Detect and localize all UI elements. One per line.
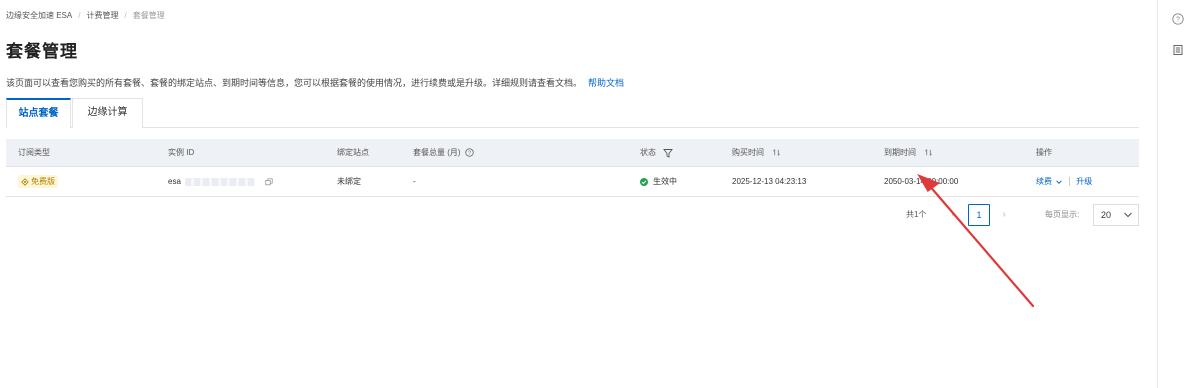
cell-bound-site: 未绑定 <box>337 177 361 186</box>
breadcrumb-separator: / <box>78 11 81 20</box>
table-header: 订阅类型 实例 ID 绑定站点 套餐总量 (月) ? 状态 购买时间 到期时间 … <box>6 139 1139 167</box>
header-purchase-time: 购买时间 <box>732 139 781 167</box>
renew-button[interactable]: 续费 <box>1036 177 1063 186</box>
breadcrumb: 边缘安全加速 ESA / 计费管理 / 套餐管理 <box>6 10 165 21</box>
header-actions: 操作 <box>1036 148 1052 157</box>
filter-icon[interactable] <box>663 148 674 158</box>
svg-text:?: ? <box>1176 17 1180 24</box>
page-size-select[interactable]: 20 <box>1093 204 1139 226</box>
description-text: 该页面可以查看您购买的所有套餐、套餐的绑定站点、到期时间等信息，您可以根据套餐的… <box>6 78 583 88</box>
chevron-down-icon <box>1056 180 1062 184</box>
upgrade-button[interactable]: 升级 <box>1076 177 1092 186</box>
page-title: 套餐管理 <box>6 42 78 61</box>
header-instance-id: 实例 ID <box>168 148 195 157</box>
header-quota-label: 套餐总量 (月) <box>413 148 461 157</box>
header-bound-site: 绑定站点 <box>337 148 369 157</box>
cell-subscription-type: 免费版 <box>18 167 58 197</box>
main-content: 边缘安全加速 ESA / 计费管理 / 套餐管理 套餐管理 该页面可以查看您购买的所有套… <box>0 0 1157 388</box>
masked-instance-id <box>184 177 255 186</box>
total-count: 共1个 <box>906 210 927 219</box>
help-circle-icon[interactable]: ? <box>1170 11 1186 27</box>
cell-quota: - <box>413 177 416 186</box>
cell-purchase-time: 2025-12-13 04:23:13 <box>732 177 807 186</box>
document-list-icon[interactable] <box>1170 42 1186 58</box>
copy-icon[interactable] <box>265 178 273 186</box>
sort-icon[interactable] <box>924 148 933 157</box>
renew-label: 续费 <box>1036 177 1052 186</box>
plan-type-label: 免费版 <box>31 177 55 186</box>
check-circle-icon <box>640 177 648 186</box>
table-row: 免费版 esa 未绑定 - 生效中 2025-12-13 04:23:13 20… <box>6 167 1139 197</box>
svg-text:?: ? <box>468 151 471 157</box>
status-text: 生效中 <box>653 177 677 186</box>
header-status: 状态 <box>640 139 674 167</box>
plan-table: 订阅类型 实例 ID 绑定站点 套餐总量 (月) ? 状态 购买时间 到期时间 … <box>6 139 1139 197</box>
chevron-left-icon[interactable]: ‹ <box>946 204 960 226</box>
page-1-button[interactable]: 1 <box>968 204 990 226</box>
cell-actions: 续费 升级 <box>1036 167 1092 197</box>
cell-expire-time: 2050-03-14 00:00:00 <box>884 177 959 186</box>
header-quota: 套餐总量 (月) ? <box>413 139 474 167</box>
tab-bar: 站点套餐 边缘计算 <box>6 98 1139 129</box>
header-expire-label: 到期时间 <box>884 148 916 157</box>
header-subscription-type: 订阅类型 <box>18 148 50 157</box>
cell-status: 生效中 <box>640 167 677 197</box>
header-status-label: 状态 <box>640 148 656 157</box>
page-size-value: 20 <box>1101 210 1112 220</box>
cell-instance-id: esa <box>168 167 273 197</box>
pagination: 共1个 ‹ 1 › 每页显示: 20 <box>0 204 1145 226</box>
plan-badge: 免费版 <box>18 175 58 188</box>
breadcrumb-item-current: 套餐管理 <box>132 11 165 20</box>
page-description: 该页面可以查看您购买的所有套餐、套餐的绑定站点、到期时间等信息，您可以根据套餐的… <box>6 76 624 89</box>
header-purchase-label: 购买时间 <box>732 148 764 157</box>
chevron-right-icon[interactable]: › <box>997 204 1011 226</box>
page-size-label: 每页显示: <box>1045 210 1080 219</box>
tab-edge-compute[interactable]: 边缘计算 <box>72 98 143 128</box>
header-expire-time: 到期时间 <box>884 139 933 167</box>
tab-site-plan[interactable]: 站点套餐 <box>6 98 71 129</box>
breadcrumb-separator: / <box>124 11 127 20</box>
diamond-icon <box>21 177 29 186</box>
instance-id-text: esa <box>168 177 181 186</box>
help-doc-link[interactable]: 帮助文档 <box>588 78 624 88</box>
right-toolbar: ? <box>1157 0 1200 388</box>
sort-icon[interactable] <box>772 148 781 157</box>
chevron-down-icon <box>1124 212 1132 218</box>
help-circle-icon[interactable]: ? <box>465 148 474 158</box>
breadcrumb-item-billing[interactable]: 计费管理 <box>86 11 118 20</box>
breadcrumb-item-esa[interactable]: 边缘安全加速 ESA <box>6 11 72 20</box>
action-divider <box>1069 177 1071 187</box>
